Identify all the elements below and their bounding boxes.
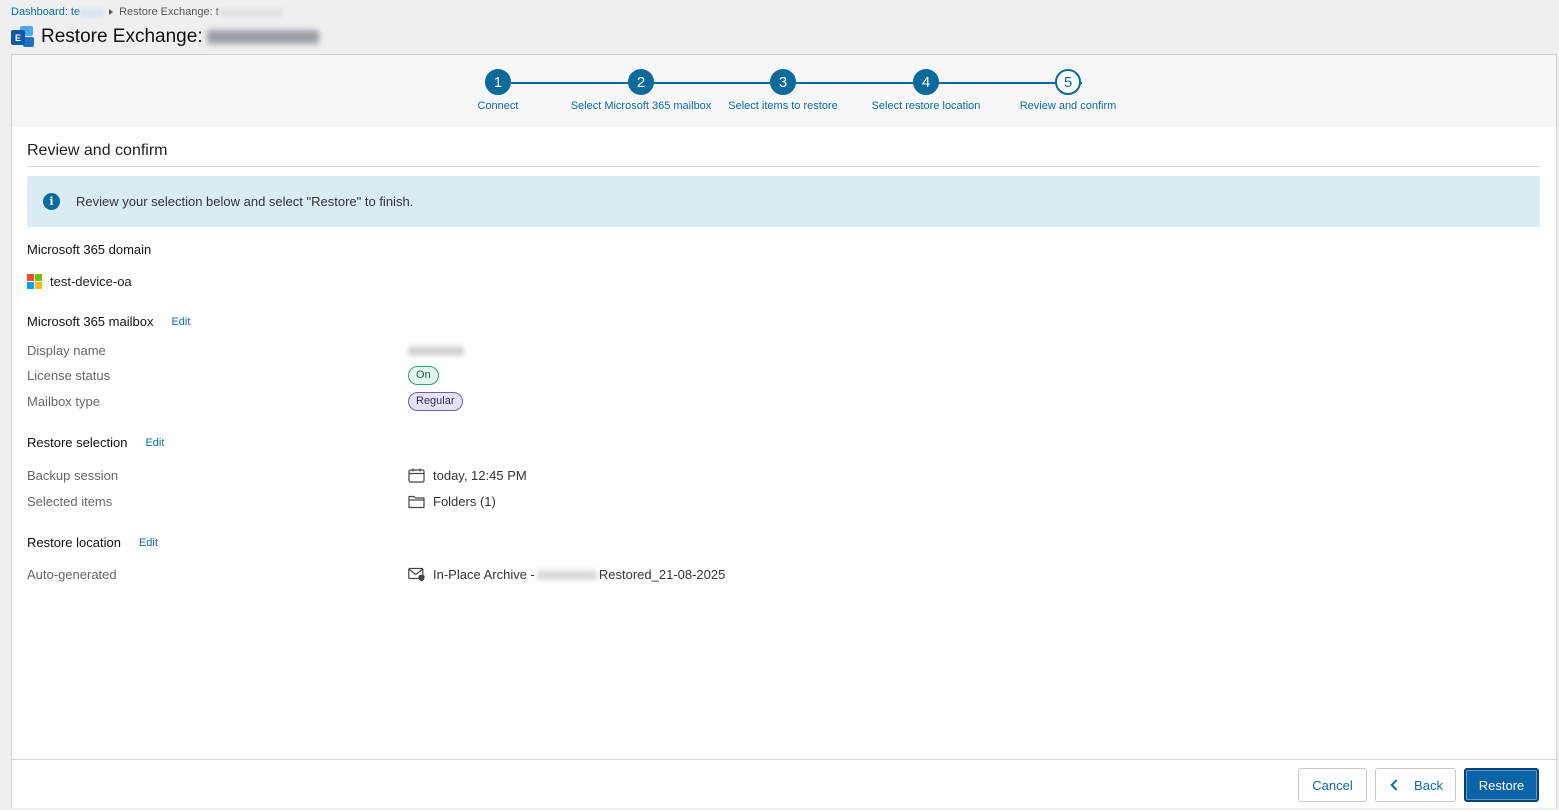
restore-button[interactable]: Restore [1464, 768, 1539, 802]
location-suffix: Restored_21-08-2025 [598, 567, 726, 582]
step-label: Review and confirm [1019, 100, 1117, 112]
mailbox-heading: Microsoft 365 mailbox Edit [27, 314, 190, 329]
redacted-text [536, 569, 597, 580]
edit-location-link[interactable]: Edit [139, 537, 158, 549]
backup-session-label: Backup session [27, 468, 119, 483]
mailbox-heading-text: Microsoft 365 mailbox [27, 314, 154, 329]
selected-items-text: Folders (1) [433, 494, 496, 509]
step-label: Connect [477, 100, 519, 112]
chevron-left-icon [1390, 779, 1402, 791]
edit-mailbox-link[interactable]: Edit [171, 316, 190, 328]
location-heading-text: Restore location [27, 535, 121, 550]
license-status-badge: On [408, 366, 439, 385]
redacted-text [206, 30, 319, 44]
wizard-stepper: 1 Connect 2 Select Microsoft 365 mailbox… [12, 55, 1556, 127]
restore-wizard-panel: 1 Connect 2 Select Microsoft 365 mailbox… [11, 54, 1557, 808]
info-text: Review your selection below and select "… [76, 194, 414, 209]
license-status-label: License status [27, 368, 111, 383]
restore-button-label: Restore [1478, 777, 1525, 793]
step-number: 2 [628, 69, 654, 95]
redacted-text [80, 7, 105, 17]
divider [27, 166, 1540, 167]
location-prefix: In-Place Archive - [433, 567, 535, 582]
backup-session-text: today, 12:45 PM [433, 468, 527, 483]
wizard-step-select-location[interactable]: 4 Select restore location [846, 69, 1006, 112]
mailbox-type-value: Regular [408, 392, 463, 411]
chevron-right-icon [109, 9, 114, 15]
edit-selection-link[interactable]: Edit [145, 437, 164, 449]
redacted-text [408, 346, 464, 356]
back-button[interactable]: Back [1375, 768, 1456, 802]
folder-icon [408, 495, 425, 509]
domain-value: test-device-oa [27, 274, 132, 289]
mailbox-type-badge: Regular [408, 392, 463, 411]
calendar-icon [408, 468, 425, 483]
step-label: Select Microsoft 365 mailbox [570, 100, 712, 112]
cancel-button[interactable]: Cancel [1298, 768, 1367, 802]
page-header: E Restore Exchange: [11, 26, 319, 48]
selection-heading: Restore selection Edit [27, 435, 164, 450]
domain-name: test-device-oa [50, 274, 132, 289]
wizard-step-review: 5 Review and confirm [988, 69, 1148, 112]
license-status-value: On [408, 366, 439, 385]
location-heading: Restore location Edit [27, 535, 158, 550]
section-title: Review and confirm [27, 142, 168, 159]
back-button-label: Back [1414, 777, 1443, 793]
wizard-step-select-mailbox[interactable]: 2 Select Microsoft 365 mailbox [561, 69, 721, 112]
wizard-step-select-items[interactable]: 3 Select items to restore [703, 69, 863, 112]
info-banner: i Review your selection below and select… [27, 176, 1540, 227]
cancel-button-label: Cancel [1312, 777, 1353, 793]
domain-heading: Microsoft 365 domain [27, 242, 151, 257]
breadcrumb-current: Restore Exchange: t [119, 6, 219, 18]
display-name-label: Display name [27, 343, 106, 358]
auto-generated-label: Auto-generated [27, 567, 117, 582]
step-label: Select items to restore [728, 100, 838, 112]
archive-mailbox-icon [408, 567, 425, 582]
restore-location-value: In-Place Archive - Restored_21-08-2025 [408, 567, 725, 582]
display-name-value [408, 346, 464, 356]
redacted-text [218, 7, 283, 17]
step-number: 4 [913, 69, 939, 95]
exchange-icon: E [11, 26, 35, 48]
step-number: 1 [485, 69, 511, 95]
breadcrumb-dashboard-link[interactable]: Dashboard: te [11, 6, 80, 18]
page-title: Restore Exchange: [41, 26, 203, 47]
step-label: Select restore location [871, 100, 981, 112]
wizard-step-connect[interactable]: 1 Connect [418, 69, 578, 112]
backup-session-value: today, 12:45 PM [408, 468, 527, 483]
step-number: 5 [1055, 69, 1081, 95]
wizard-footer: Cancel Back Restore [12, 759, 1556, 808]
info-icon: i [43, 193, 60, 210]
selected-items-value: Folders (1) [408, 494, 496, 509]
step-number: 3 [770, 69, 796, 95]
breadcrumb: Dashboard: te Restore Exchange: t [11, 5, 283, 19]
selected-items-label: Selected items [27, 494, 113, 509]
selection-heading-text: Restore selection [27, 435, 128, 450]
mailbox-type-label: Mailbox type [27, 394, 100, 409]
microsoft-logo-icon [27, 274, 42, 289]
domain-heading-text: Microsoft 365 domain [27, 242, 152, 257]
